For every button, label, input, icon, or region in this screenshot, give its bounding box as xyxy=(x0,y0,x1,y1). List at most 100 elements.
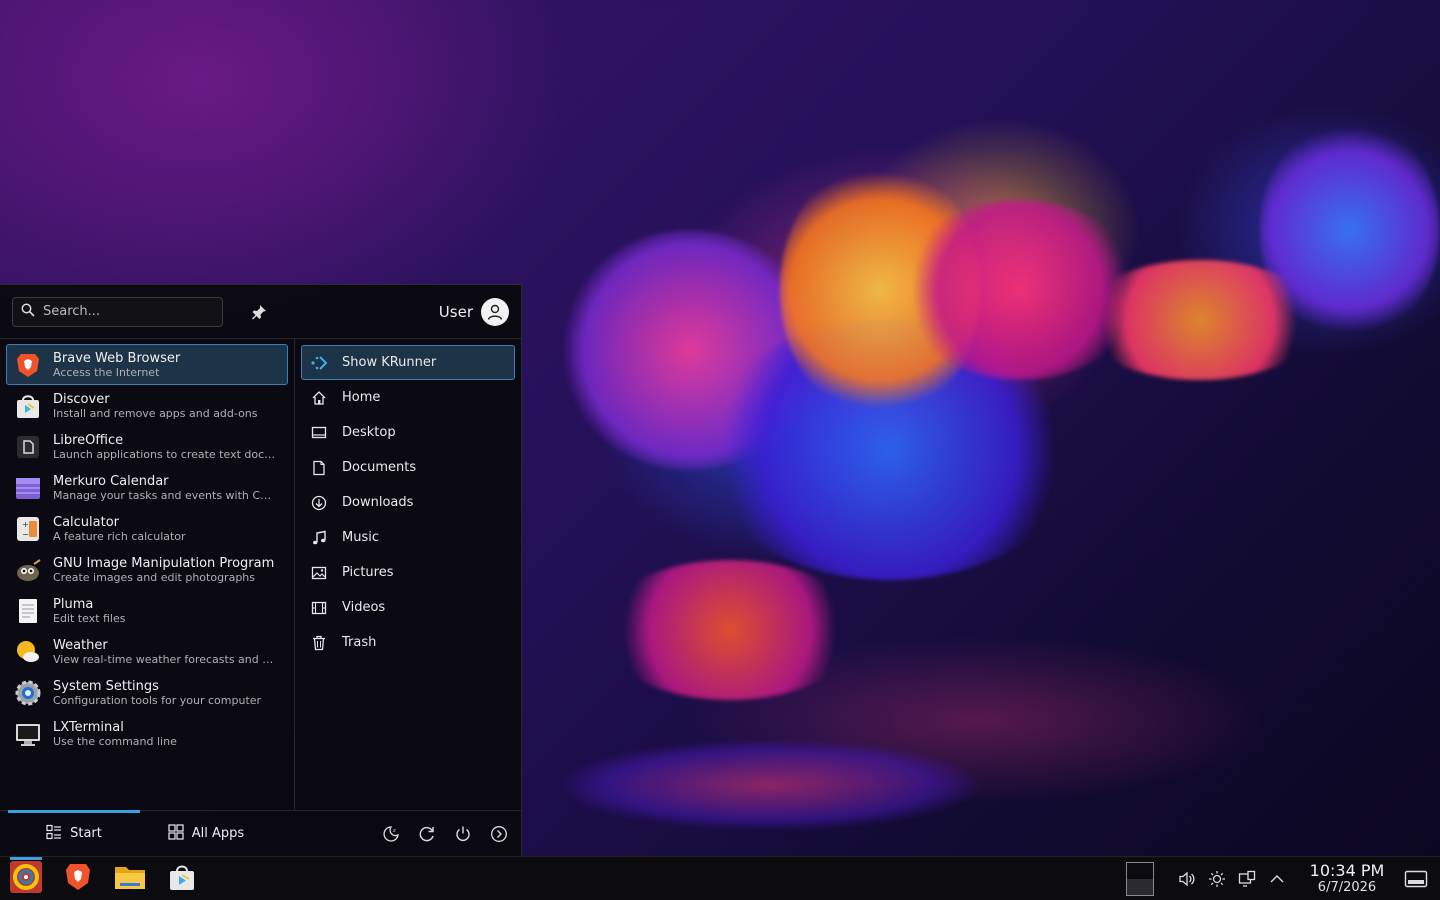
brave-icon xyxy=(64,862,92,896)
search-box[interactable] xyxy=(12,296,223,327)
text-editor-icon xyxy=(13,596,43,626)
place-label: Videos xyxy=(342,600,386,615)
discover-icon xyxy=(167,862,197,896)
place-label: Desktop xyxy=(342,425,396,440)
desktop-icon xyxy=(310,424,328,442)
place-label: Downloads xyxy=(342,495,414,510)
search-input[interactable] xyxy=(43,304,213,319)
session-actions: z xyxy=(381,824,513,844)
show-desktop-button[interactable] xyxy=(1392,857,1440,900)
grid-icon xyxy=(168,823,184,844)
place-item-home[interactable]: Home xyxy=(301,380,515,415)
wallpaper-splash xyxy=(1080,260,1320,380)
krunner-icon xyxy=(310,354,328,372)
weather-icon xyxy=(13,637,43,667)
place-item-downloads[interactable]: Downloads xyxy=(301,485,515,520)
app-item-gimp[interactable]: GNU Image Manipulation Program Create im… xyxy=(6,549,288,590)
svg-text:−: − xyxy=(22,530,29,539)
favorites-icon xyxy=(46,824,62,844)
app-item-discover[interactable]: Discover Install and remove apps and add… xyxy=(6,385,288,426)
trash-icon xyxy=(310,634,328,652)
volume-icon[interactable] xyxy=(1172,857,1202,900)
app-item-lxterminal[interactable]: LXTerminal Use the command line xyxy=(6,713,288,754)
desktop-1[interactable] xyxy=(1127,862,1153,879)
place-item-music[interactable]: Music xyxy=(301,520,515,555)
place-item-trash[interactable]: Trash xyxy=(301,625,515,660)
app-name: Merkuro Calendar xyxy=(53,473,169,489)
place-item-krunner[interactable]: Show KRunner xyxy=(301,345,515,380)
launcher-body: Brave Web Browser Access the Internet Di… xyxy=(0,339,521,811)
place-item-documents[interactable]: Documents xyxy=(301,450,515,485)
app-description: Create images and edit photographs xyxy=(53,570,256,584)
app-item-merkuro-calendar[interactable]: Merkuro Calendar Manage your tasks and e… xyxy=(6,467,288,508)
app-name: Weather xyxy=(53,637,108,653)
user-section[interactable]: User xyxy=(438,297,509,326)
brightness-icon[interactable] xyxy=(1202,857,1232,900)
power-icon[interactable] xyxy=(453,824,473,844)
app-description: A feature rich calculator xyxy=(53,529,186,543)
app-description: Edit text files xyxy=(53,611,126,625)
digital-clock[interactable]: 10:34 PM 6/7/2026 xyxy=(1302,861,1392,896)
clock-time: 10:34 PM xyxy=(1309,861,1385,880)
favorites-list: Brave Web Browser Access the Internet Di… xyxy=(0,339,295,811)
gimp-icon xyxy=(13,555,43,585)
desktop-2[interactable] xyxy=(1127,878,1153,895)
app-item-system-settings[interactable]: System Settings Configuration tools for … xyxy=(6,672,288,713)
pin-icon[interactable] xyxy=(249,302,269,322)
download-icon xyxy=(310,494,328,512)
chevron-up-icon[interactable] xyxy=(1262,857,1292,900)
svg-text:+: + xyxy=(22,520,29,529)
folder-icon xyxy=(114,863,146,895)
music-icon xyxy=(310,529,328,547)
svg-text:z: z xyxy=(393,828,396,834)
places-list: Show KRunner Home Desktop Documents Down… xyxy=(295,339,521,811)
sleep-icon[interactable]: z xyxy=(381,824,401,844)
app-name: Pluma xyxy=(53,596,94,612)
tab-all-apps-label: All Apps xyxy=(191,826,245,841)
app-name: System Settings xyxy=(53,678,159,694)
app-item-libreoffice[interactable]: LibreOffice Launch applications to creat… xyxy=(6,426,288,467)
picture-icon xyxy=(310,564,328,582)
place-item-desktop[interactable]: Desktop xyxy=(301,415,515,450)
search-icon xyxy=(21,302,35,321)
discover-icon xyxy=(13,391,43,421)
place-label: Documents xyxy=(342,460,417,475)
app-description: Manage your tasks and events with Calen.… xyxy=(53,488,277,502)
app-name: Brave Web Browser xyxy=(53,350,181,366)
taskbar-discover[interactable] xyxy=(156,857,208,900)
place-label: Show KRunner xyxy=(342,355,437,370)
display-config-icon[interactable] xyxy=(1232,857,1262,900)
system-tray: 10:34 PM 6/7/2026 xyxy=(1126,857,1440,900)
place-item-videos[interactable]: Videos xyxy=(301,590,515,625)
libreoffice-icon xyxy=(13,432,43,462)
tab-all-apps[interactable]: All Apps xyxy=(140,811,272,857)
tab-start[interactable]: Start xyxy=(8,809,140,857)
place-label: Pictures xyxy=(342,565,394,580)
place-label: Home xyxy=(342,390,381,405)
app-description: Access the Internet xyxy=(53,365,160,379)
app-description: View real-time weather forecasts and oth… xyxy=(53,652,277,666)
app-description: Launch applications to create text docum… xyxy=(53,447,277,461)
taskbar: 10:34 PM 6/7/2026 xyxy=(0,856,1440,900)
app-item-weather[interactable]: Weather View real-time weather forecasts… xyxy=(6,631,288,672)
place-item-pictures[interactable]: Pictures xyxy=(301,555,515,590)
tab-start-label: Start xyxy=(70,826,102,841)
app-item-calculator[interactable]: + − Calculator A feature rich calculator xyxy=(6,508,288,549)
app-item-pluma[interactable]: Pluma Edit text files xyxy=(6,590,288,631)
virtual-desktop-pager[interactable] xyxy=(1126,861,1154,896)
taskbar-brave[interactable] xyxy=(52,857,104,900)
user-name: User xyxy=(438,302,473,321)
restart-icon[interactable] xyxy=(417,824,437,844)
place-label: Music xyxy=(342,530,379,545)
app-name: LXTerminal xyxy=(53,719,124,735)
video-icon xyxy=(310,599,328,617)
app-description: Configuration tools for your computer xyxy=(53,693,262,707)
avatar-icon[interactable] xyxy=(481,297,509,326)
application-launcher: User Brave Web Browser Access the Intern… xyxy=(0,284,522,856)
launcher-button[interactable] xyxy=(0,856,52,900)
app-name: GNU Image Manipulation Program xyxy=(53,555,275,571)
chevron-right-icon[interactable] xyxy=(489,824,509,844)
taskbar-file-manager[interactable] xyxy=(104,857,156,900)
app-item-brave[interactable]: Brave Web Browser Access the Internet xyxy=(6,344,288,385)
calendar-icon xyxy=(13,473,43,503)
